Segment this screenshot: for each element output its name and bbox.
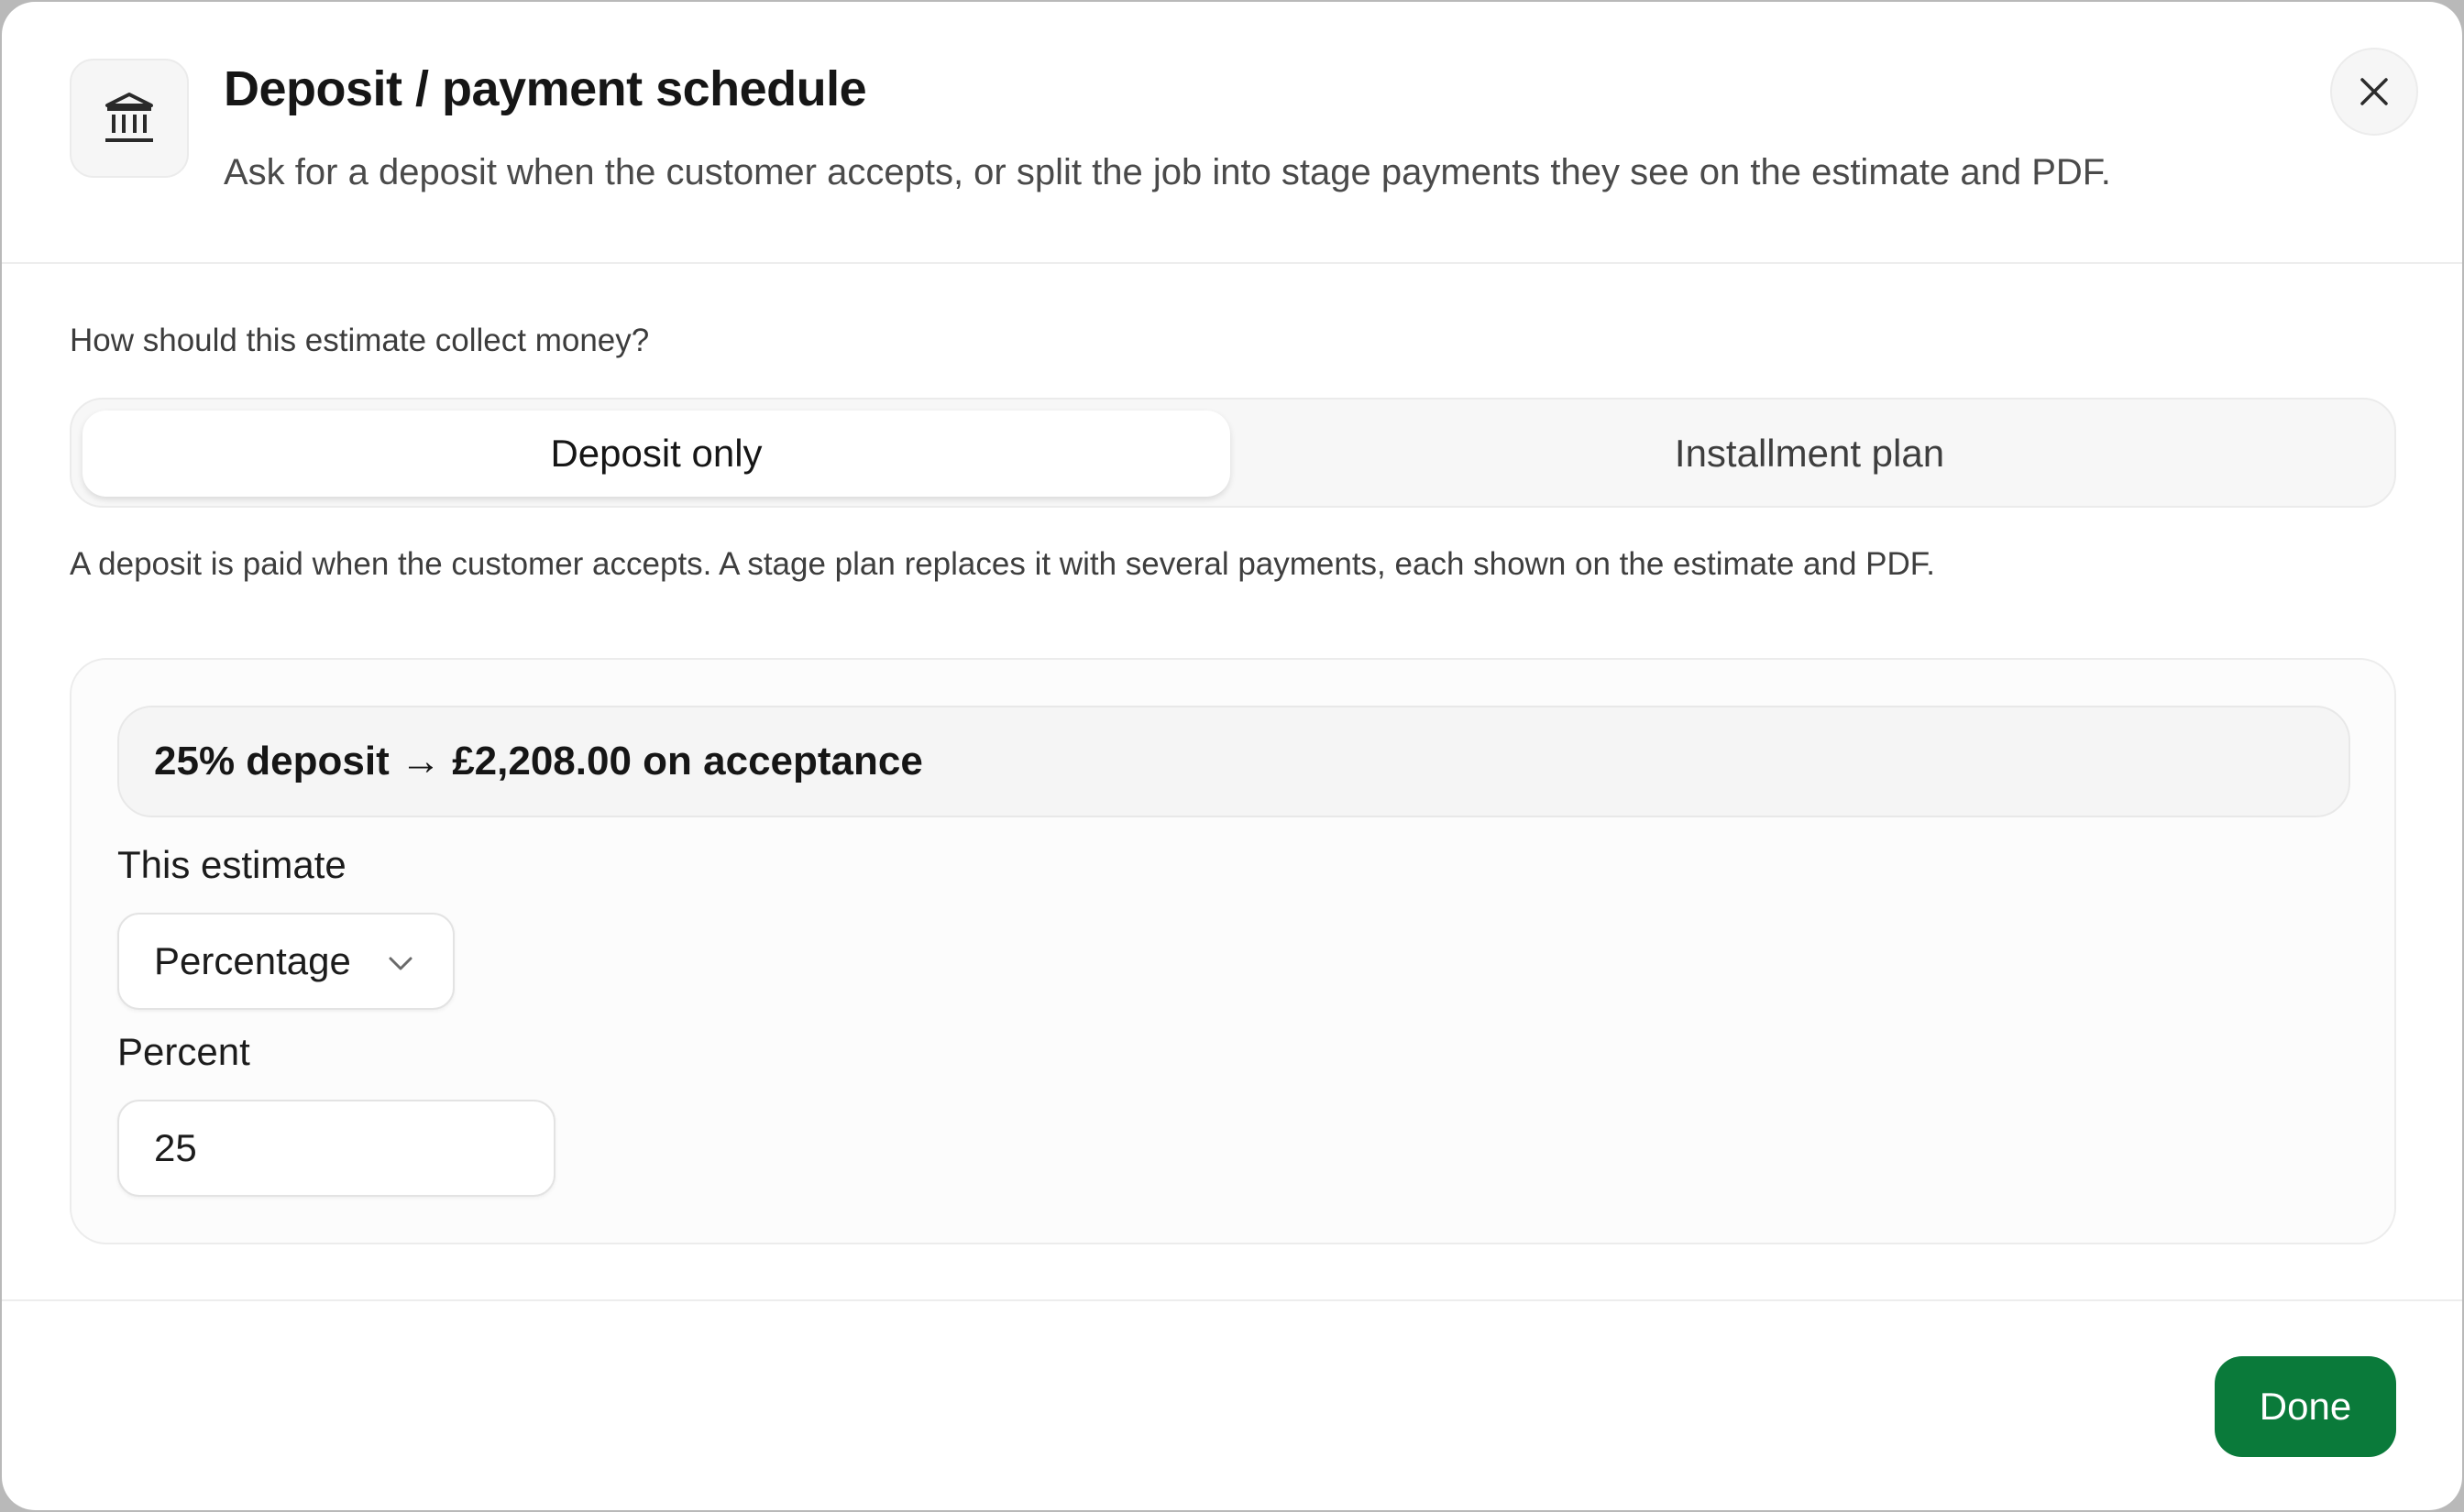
- collection-question: How should this estimate collect money?: [70, 323, 650, 358]
- close-icon: [2360, 78, 2388, 105]
- deposit-type-label: This estimate: [117, 843, 346, 886]
- header-icon-tile: [70, 59, 189, 178]
- dialog-header: Deposit / payment schedule Ask for a dep…: [2, 2, 2462, 264]
- percent-label: Percent: [117, 1030, 250, 1073]
- deposit-summary: 25% deposit → £2,208.00 on acceptance: [117, 706, 2350, 817]
- bank-icon: [105, 93, 153, 142]
- done-button[interactable]: Done: [2215, 1356, 2396, 1457]
- option-deposit-only[interactable]: Deposit only: [82, 411, 1230, 497]
- deposit-settings-card: 25% deposit → £2,208.00 on acceptance Th…: [70, 658, 2396, 1244]
- deposit-type-select[interactable]: Percentage: [117, 913, 455, 1010]
- close-button[interactable]: [2330, 48, 2418, 136]
- dialog-title: Deposit / payment schedule: [224, 61, 867, 116]
- option-installment-plan[interactable]: Installment plan: [1236, 411, 2383, 497]
- collection-helper-text: A deposit is paid when the customer acce…: [70, 546, 1936, 582]
- collection-mode-toggle: Deposit only Installment plan: [70, 398, 2396, 508]
- footer-divider: [2, 1299, 2462, 1301]
- percent-input[interactable]: [117, 1100, 556, 1197]
- dialog-subtitle: Ask for a deposit when the customer acce…: [224, 152, 2111, 192]
- deposit-schedule-dialog: Deposit / payment schedule Ask for a dep…: [2, 2, 2462, 1510]
- deposit-type-value: Percentage: [154, 939, 351, 982]
- chevron-down-icon: [389, 957, 412, 970]
